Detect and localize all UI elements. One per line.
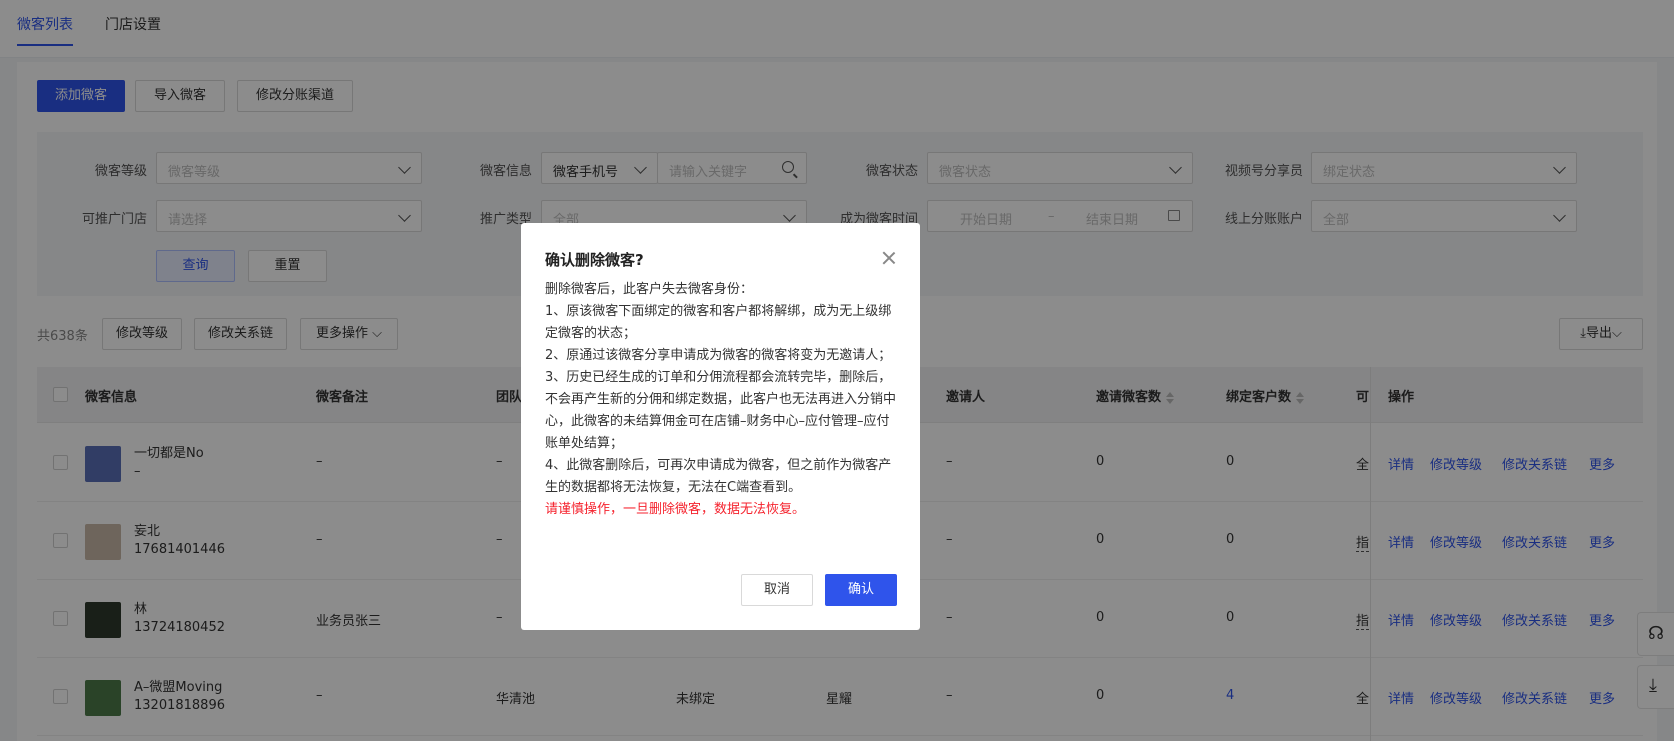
dialog-line: 删除微客后，此客户失去微客身份： [545, 282, 754, 297]
dialog-warning: 请谨慎操作，一旦删除微客，数据无法恢复。 [545, 502, 806, 517]
dialog-line: 1、原该微客下面绑定的微客和客户都将解绑，成为无上级绑定微客的状态； [545, 304, 892, 341]
dialog-body: 删除微客后，此客户失去微客身份： 1、原该微客下面绑定的微客和客户都将解绑，成为… [545, 279, 897, 521]
confirm-delete-dialog: 确认删除微客? 删除微客后，此客户失去微客身份： 1、原该微客下面绑定的微客和客… [521, 223, 920, 630]
dialog-line: 4、此微客删除后，可再次申请成为微客，但之前作为微客产生的数据都将无法恢复，无法… [545, 458, 892, 495]
cancel-button[interactable]: 取消 [741, 574, 813, 606]
dialog-line: 3、历史已经生成的订单和分佣流程都会流转完毕，删除后，不会再产生新的分佣和绑定数… [545, 370, 897, 451]
close-icon[interactable] [882, 251, 896, 265]
confirm-button[interactable]: 确认 [825, 574, 897, 606]
dialog-line: 2、原通过该微客分享申请成为微客的微客将变为无邀请人； [545, 348, 892, 363]
dialog-title: 确认删除微客? [545, 251, 644, 269]
